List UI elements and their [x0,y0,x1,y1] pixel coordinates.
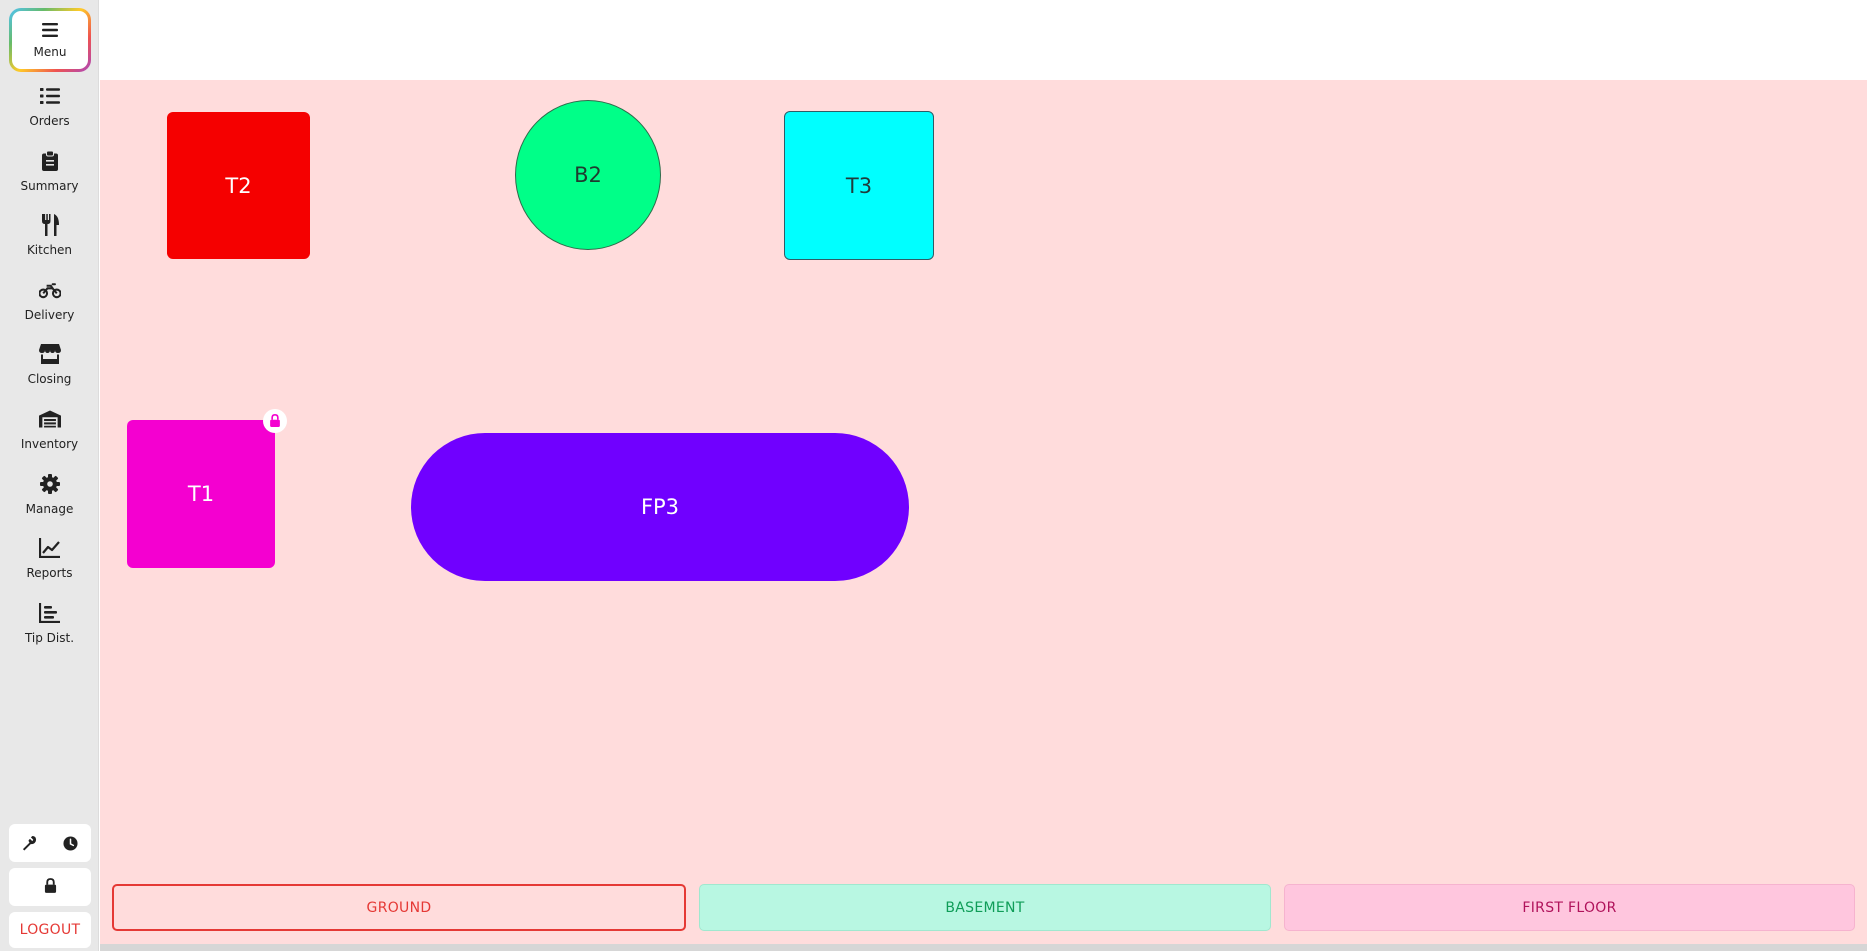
list-icon [39,84,61,108]
gear-icon [39,472,61,496]
sidebar-item-label: Kitchen [26,243,73,257]
sidebar-item-delivery[interactable]: Delivery [0,278,99,338]
wrench-icon[interactable] [18,831,42,855]
sidebar-item-label: Reports [26,566,73,580]
bottom-scroll-strip [100,944,1867,951]
table-t1[interactable]: T1 [127,420,275,568]
warehouse-icon [38,407,61,431]
utensils-icon [39,213,61,237]
table-label: T3 [845,173,873,198]
table-label: T1 [187,482,215,506]
sidebar-item-label: Summary [20,179,79,193]
floor-plan [100,80,1867,944]
sidebar-item-reports[interactable]: Reports [0,536,99,596]
motorcycle-icon [38,278,61,302]
sidebar-item-closing[interactable]: Closing [0,342,99,402]
top-bar [100,0,1867,80]
menu-label: Menu [33,44,67,59]
table-label: T2 [225,173,252,198]
sidebar-item-kitchen[interactable]: Kitchen [0,213,99,273]
sidebar-item-tip-dist[interactable]: Tip Dist. [0,601,99,661]
hamburger-icon [42,22,58,41]
table-b2[interactable]: B2 [515,100,661,250]
lock-icon [269,412,281,431]
sidebar: Menu Orders Summary Kitchen Delivery Clo… [0,0,99,951]
table-lock-badge [263,409,287,433]
clipboard-icon [39,149,61,173]
logout-button[interactable]: LOGOUT [9,912,91,948]
table-label: FP3 [640,495,680,519]
sidebar-item-summary[interactable]: Summary [0,149,99,209]
line-chart-icon [38,536,61,560]
store-icon [38,342,61,366]
sidebar-item-label: Orders [29,114,70,128]
sidebar-item-label: Inventory [20,437,79,451]
tools-row [9,824,91,862]
floor-tab-basement[interactable]: BASEMENT [699,884,1271,931]
bar-chart-icon [38,601,61,625]
sidebar-item-inventory[interactable]: Inventory [0,407,99,467]
sidebar-item-label: Closing [27,372,72,386]
sidebar-item-label: Manage [25,502,74,516]
sidebar-item-label: Tip Dist. [24,631,75,645]
table-label: B2 [574,163,602,187]
pos-app: Menu Orders Summary Kitchen Delivery Clo… [0,0,1867,951]
clock-icon[interactable] [59,831,83,855]
lock-icon [44,877,57,897]
table-fp3[interactable]: FP3 [411,433,909,581]
menu-button[interactable]: Menu [9,8,91,72]
table-t3[interactable]: T3 [784,111,934,260]
sidebar-item-orders[interactable]: Orders [0,84,99,144]
floor-tab-ground[interactable]: GROUND [112,884,686,931]
lock-button[interactable] [9,868,91,906]
sidebar-item-label: Delivery [24,308,75,322]
table-t2[interactable]: T2 [167,112,310,259]
floor-tab-first-floor[interactable]: FIRST FLOOR [1284,884,1855,931]
sidebar-item-manage[interactable]: Manage [0,472,99,532]
